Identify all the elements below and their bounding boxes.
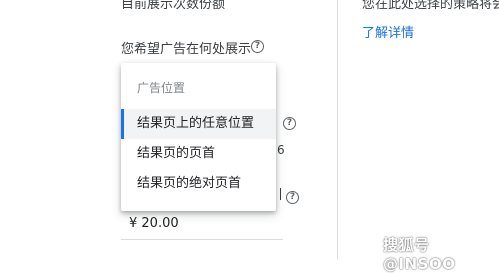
dropdown-option-any-position[interactable]: 结果页上的任意位置 <box>121 109 276 139</box>
hidden-value-fragment: 6 <box>277 143 285 157</box>
hidden-label-fragment <box>277 188 281 200</box>
placement-question-label: 您希望广告在何处展示 <box>121 42 252 57</box>
placement-dropdown-menu: 广告位置 结果页上的任意位置 结果页的页首 结果页的绝对页首 <box>121 63 276 211</box>
panel-divider <box>337 0 338 259</box>
amount-field-underline <box>121 239 283 240</box>
watermark-text: 搜狐号@INSOO <box>383 236 456 273</box>
dropdown-header: 广告位置 <box>137 81 186 95</box>
right-cut-description: 您在此处选择的策略将会 <box>362 0 499 12</box>
help-icon[interactable]: ? <box>283 117 296 130</box>
top-cut-heading: 目前展示次数份额 <box>121 0 226 12</box>
help-icon[interactable]: ? <box>286 191 299 204</box>
help-icon[interactable]: ? <box>251 40 264 53</box>
dropdown-option-top-of-page[interactable]: 结果页的页首 <box>121 139 276 169</box>
learn-more-link[interactable]: 了解详情 <box>362 22 414 41</box>
bid-amount-value[interactable]: ¥ 20.00 <box>129 216 179 231</box>
dropdown-option-absolute-top[interactable]: 结果页的绝对页首 <box>121 169 276 199</box>
